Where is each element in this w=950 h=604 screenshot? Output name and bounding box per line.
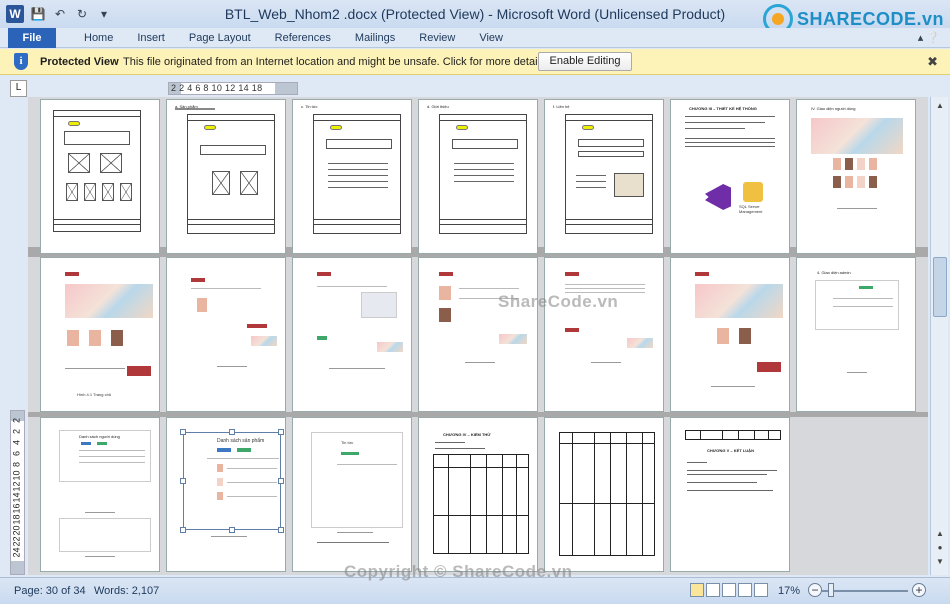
document-page[interactable]: IV. Giao diện người dùng — [796, 99, 916, 254]
title-bar: W 💾 ↶ ↻ ▾ BTL_Web_Nhom2 .docx (Protected… — [0, 0, 950, 34]
tab-review[interactable]: Review — [407, 28, 467, 48]
copyright-watermark: Copyright © ShareCode.vn — [344, 562, 573, 581]
document-page[interactable] — [292, 257, 412, 412]
document-page[interactable]: Hình 4.1 Trang chủ — [40, 257, 160, 412]
ruler-ticks: 2 2 4 6 8 10 12 14 18 — [171, 83, 263, 93]
ribbon-tabs: File Home Insert Page Layout References … — [0, 28, 950, 48]
enable-editing-button[interactable]: Enable Editing — [538, 52, 632, 71]
watermark-text: ShareCode.vn — [498, 292, 619, 311]
document-page[interactable] — [670, 257, 790, 412]
document-page[interactable]: c. Tin tức — [292, 99, 412, 254]
zoom-slider-knob[interactable] — [828, 583, 834, 597]
tab-references[interactable]: References — [263, 28, 343, 48]
document-page[interactable]: Tin tức — [292, 417, 412, 572]
figure-caption: Hình 4.1 Trang chủ — [77, 392, 112, 397]
outline-icon[interactable] — [738, 583, 752, 597]
resize-handle[interactable] — [278, 429, 284, 435]
document-page[interactable]: a. Sản phẩm — [166, 99, 286, 254]
test-table — [433, 454, 529, 554]
tab-insert[interactable]: Insert — [125, 28, 177, 48]
sql-server-icon — [743, 182, 763, 202]
resize-handle[interactable] — [229, 429, 235, 435]
shield-info-icon: i — [14, 53, 28, 70]
draft-icon[interactable] — [754, 583, 768, 597]
vertical-scrollbar[interactable]: ▲ ▲ ● ▼ — [930, 97, 948, 575]
sharecode-logo-text: SHARECODE.vn — [796, 8, 944, 29]
help-icon[interactable]: ▴ ❔ — [918, 31, 940, 44]
close-icon[interactable]: ✖ — [927, 54, 938, 70]
page-heading: CHƯƠNG IV – KIỂM THỬ — [443, 432, 491, 437]
previous-page-icon[interactable]: ▲ — [933, 527, 947, 541]
page-heading: CHƯƠNG V – KẾT LUẬN — [707, 448, 754, 453]
document-page[interactable]: CHƯƠNG III – THIẾT KẾ HỆ THỐNG SQL Serve… — [670, 99, 790, 254]
horizontal-ruler: L 2 2 4 6 8 10 12 14 18 — [10, 79, 950, 98]
page-heading: CHƯƠNG III – THIẾT KẾ HỆ THỐNG — [689, 106, 757, 111]
browse-object-icon[interactable]: ● — [933, 541, 947, 555]
tab-mailings[interactable]: Mailings — [343, 28, 407, 48]
visual-studio-icon — [705, 184, 731, 210]
page-heading: a. Sản phẩm — [175, 104, 198, 109]
resize-handle[interactable] — [278, 478, 284, 484]
tab-selector-button[interactable]: L — [10, 80, 27, 97]
document-page[interactable]: f. Liên hệ — [544, 99, 664, 254]
protected-view-message[interactable]: This file originated from an Internet lo… — [123, 56, 549, 68]
test-table — [685, 430, 781, 440]
document-page[interactable]: CHƯƠNG IV – KIỂM THỬ — [418, 417, 538, 572]
wireframe-mockup — [313, 114, 401, 234]
image-selection-frame[interactable] — [183, 432, 281, 530]
document-page[interactable]: d. Giới thiệu — [418, 99, 538, 254]
full-screen-reading-icon[interactable] — [706, 583, 720, 597]
ruler-strip[interactable]: 2 2 4 6 8 10 12 14 18 — [168, 82, 298, 95]
protected-view-title: Protected View — [40, 56, 119, 68]
document-page[interactable]: CHƯƠNG V – KẾT LUẬN — [670, 417, 790, 572]
zoom-in-icon[interactable]: + — [912, 583, 926, 597]
document-page[interactable]: 4. Giao diện admin — [796, 257, 916, 412]
vertical-ruler-tick: 24 — [11, 547, 22, 558]
scroll-up-icon[interactable]: ▲ — [933, 99, 947, 113]
page-heading: 4. Giao diện admin — [817, 270, 851, 275]
page-heading: d. Giới thiệu — [427, 104, 449, 109]
wireframe-mockup — [565, 114, 653, 234]
vertical-ruler-ticks: 2 2 4 6 8 10 12 14 16 18 20 22 24 — [12, 415, 24, 558]
test-table — [559, 432, 655, 556]
tab-home[interactable]: Home — [72, 28, 125, 48]
resize-handle[interactable] — [180, 527, 186, 533]
document-page[interactable] — [166, 257, 286, 412]
resize-handle[interactable] — [180, 478, 186, 484]
wireframe-mockup — [439, 114, 527, 234]
tab-view[interactable]: View — [467, 28, 515, 48]
wireframe-mockup — [53, 110, 141, 232]
status-bar: Page: 30 of 34 Words: 2,107 Copyright © … — [0, 562, 950, 604]
document-page[interactable] — [40, 99, 160, 254]
document-page[interactable] — [418, 257, 538, 412]
document-page[interactable]: Danh sách người dùng — [40, 417, 160, 572]
resize-handle[interactable] — [229, 527, 235, 533]
document-area[interactable]: a. Sản phẩm c. Tin tức d. Giới thiệu f. … — [28, 97, 928, 575]
vertical-ruler: 2 2 4 6 8 10 12 14 16 18 20 22 24 — [10, 410, 25, 575]
scrollbar-thumb[interactable] — [933, 257, 947, 317]
page-heading: IV. Giao diện người dùng — [811, 106, 856, 111]
tab-page-layout[interactable]: Page Layout — [177, 28, 263, 48]
document-page[interactable] — [544, 417, 664, 572]
print-layout-icon[interactable] — [690, 583, 704, 597]
document-page[interactable]: Danh sách sản phẩm — [166, 417, 286, 572]
page-heading: c. Tin tức — [301, 104, 318, 109]
resize-handle[interactable] — [180, 429, 186, 435]
web-layout-icon[interactable] — [722, 583, 736, 597]
next-page-icon[interactable]: ▼ — [933, 555, 947, 569]
document-page[interactable] — [544, 257, 664, 412]
zoom-slider[interactable] — [822, 590, 908, 592]
word-count[interactable]: Words: 2,107 — [94, 585, 159, 597]
sql-server-label: SQL Server Management — [739, 204, 763, 214]
word-window: W 💾 ↶ ↻ ▾ BTL_Web_Nhom2 .docx (Protected… — [0, 0, 950, 604]
wireframe-mockup — [187, 114, 275, 234]
resize-handle[interactable] — [278, 527, 284, 533]
zoom-out-icon[interactable]: − — [808, 583, 822, 597]
tab-file[interactable]: File — [8, 28, 56, 48]
page-count[interactable]: Page: 30 of 34 — [14, 585, 86, 597]
protected-view-bar: i Protected View This file originated fr… — [0, 49, 950, 75]
zoom-level[interactable]: 17% — [778, 585, 800, 597]
page-heading: f. Liên hệ — [553, 104, 570, 109]
